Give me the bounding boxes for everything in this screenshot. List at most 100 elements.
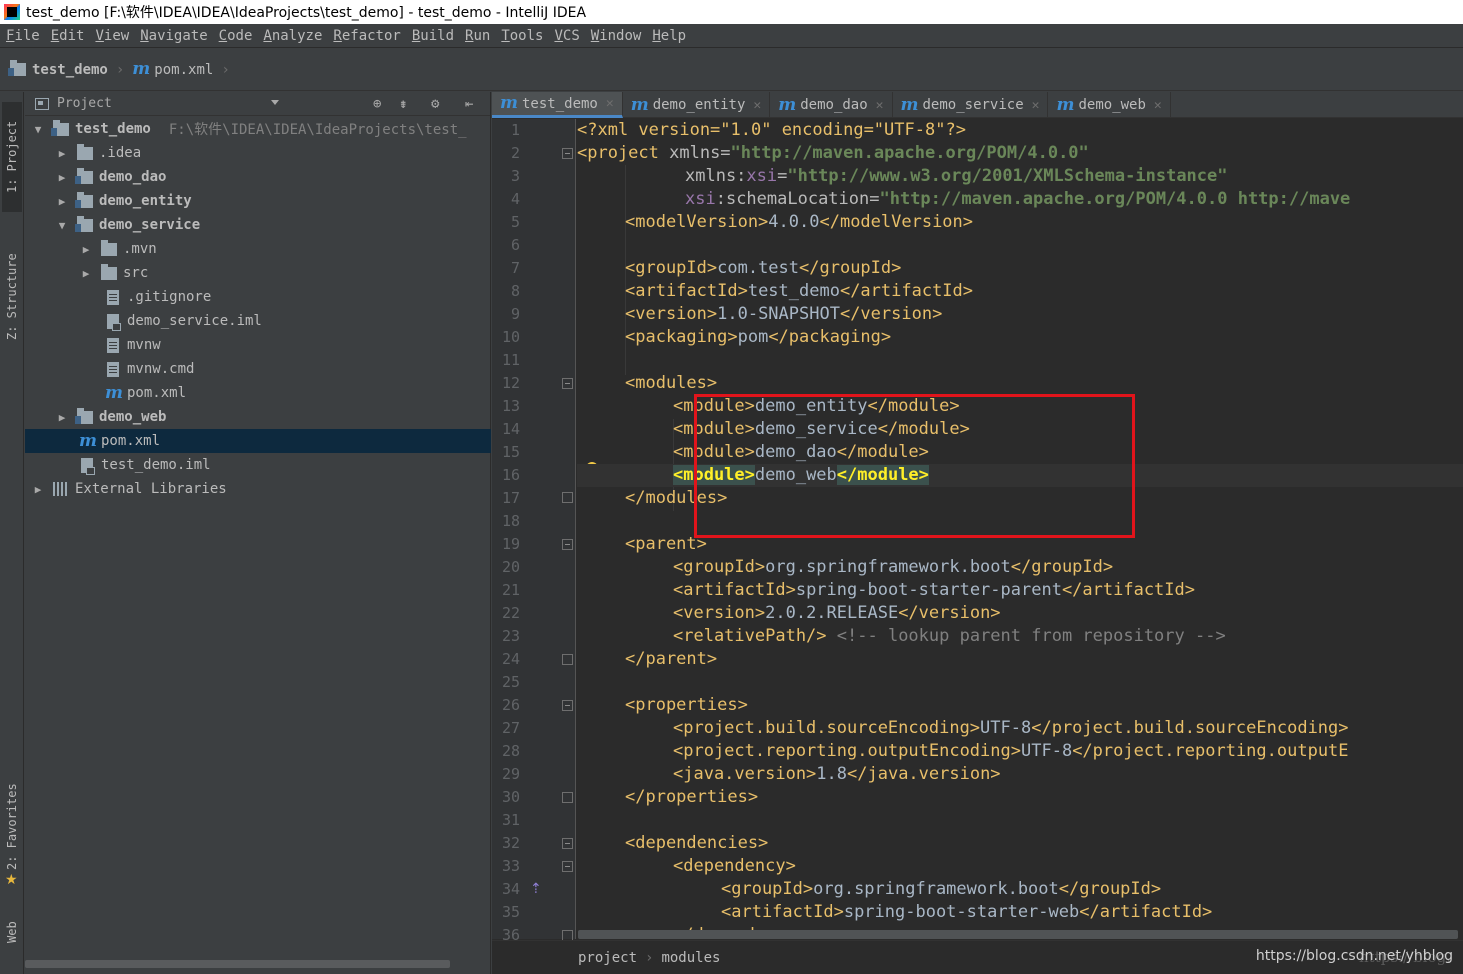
menu-navigate[interactable]: Navigate xyxy=(140,28,207,44)
collapse-all-icon[interactable]: ⇟ xyxy=(399,96,407,112)
breadcrumb-item-modules[interactable]: modules xyxy=(661,950,720,966)
menu-analyze[interactable]: Analyze xyxy=(263,28,322,44)
fold-end-icon[interactable] xyxy=(562,492,573,503)
menu-view[interactable]: View xyxy=(95,28,129,44)
tree-item-mvn[interactable]: ▶ .mvn xyxy=(25,237,491,261)
fold-marker-icon[interactable] xyxy=(562,861,573,872)
xml-text: 1.8 xyxy=(816,764,848,784)
structure-tool-label: Z: Structure xyxy=(5,253,19,341)
code-line-23: <relativePath/> <!-- lookup parent from … xyxy=(577,625,1226,648)
collapse-arrow-icon[interactable]: ▶ xyxy=(29,483,47,496)
expand-arrow-icon[interactable]: ▼ xyxy=(53,219,71,232)
xml-attr-value: "http://maven.apache.org/POM/4.0.0 http:… xyxy=(879,189,1351,209)
collapse-arrow-icon[interactable]: ▶ xyxy=(77,243,95,256)
collapse-arrow-icon[interactable]: ▶ xyxy=(53,171,71,184)
nav-crumb-project[interactable]: test_demo xyxy=(8,60,108,78)
menu-edit[interactable]: Edit xyxy=(51,28,85,44)
close-icon[interactable]: ✕ xyxy=(876,98,884,113)
tab-favorites-tool[interactable]: 2: Favorites xyxy=(2,772,22,882)
xml-tag: </artifactId> xyxy=(839,281,974,301)
tab-demo-service[interactable]: m demo_service ✕ xyxy=(893,92,1049,118)
tab-web-tool[interactable]: Web xyxy=(2,912,22,952)
tree-item-root[interactable]: ▼ test_demo F:\软件\IDEA\IDEA\IdeaProjects… xyxy=(25,117,491,141)
tree-item-external-libraries[interactable]: ▶ External Libraries xyxy=(25,477,491,501)
iml-file-icon xyxy=(107,313,121,331)
tree-item-gitignore[interactable]: .gitignore xyxy=(25,285,491,309)
tree-item-demo-dao[interactable]: ▶ demo_dao xyxy=(25,165,491,189)
tab-demo-dao[interactable]: m demo_dao ✕ xyxy=(770,92,893,118)
menu-window[interactable]: Window xyxy=(591,28,642,44)
title-bar: test_demo [F:\软件\IDEA\IDEA\IdeaProjects\… xyxy=(0,0,1463,24)
fold-marker-icon[interactable] xyxy=(562,148,573,159)
fold-end-icon[interactable] xyxy=(562,654,573,665)
tree-item-demo-web[interactable]: ▶ demo_web xyxy=(25,405,491,429)
menu-run[interactable]: Run xyxy=(465,28,490,44)
tab-structure-tool[interactable]: Z: Structure xyxy=(2,242,22,352)
locate-icon[interactable]: ⊕ xyxy=(373,96,381,112)
xml-attr: xmlns= xyxy=(669,143,731,163)
breadcrumb-item-project[interactable]: project xyxy=(578,950,637,966)
tab-label: demo_dao xyxy=(800,97,868,113)
tree-item-root-pom[interactable]: m pom.xml xyxy=(25,429,491,453)
fold-marker-icon[interactable] xyxy=(562,838,573,849)
chevron-down-icon[interactable] xyxy=(271,100,279,105)
xml-tag: <groupId> xyxy=(721,879,814,899)
code-line-7: <groupId>com.test</groupId> xyxy=(577,257,901,280)
collapse-arrow-icon[interactable]: ▶ xyxy=(53,411,71,424)
hide-panel-icon[interactable]: ⇤ xyxy=(465,96,473,112)
fold-end-icon[interactable] xyxy=(562,792,573,803)
intellij-app-icon xyxy=(4,4,20,20)
fold-marker-icon[interactable] xyxy=(562,700,573,711)
close-icon[interactable]: ✕ xyxy=(1032,98,1040,113)
close-icon[interactable]: ✕ xyxy=(606,96,614,111)
editor-horizontal-scrollbar[interactable] xyxy=(578,930,1458,939)
gear-icon[interactable]: ⚙ xyxy=(431,96,439,112)
xml-namespace: xsi xyxy=(746,166,778,186)
tree-item-src[interactable]: ▶ src xyxy=(25,261,491,285)
project-tool-label: 1: Project xyxy=(5,120,19,194)
menu-help[interactable]: Help xyxy=(652,28,686,44)
collapse-arrow-icon[interactable]: ▶ xyxy=(77,267,95,280)
nav-crumb-file[interactable]: m pom.xml xyxy=(132,61,213,78)
tree-item-idea[interactable]: ▶ .idea xyxy=(25,141,491,165)
close-icon[interactable]: ✕ xyxy=(753,98,761,113)
tree-item-mvnw-cmd[interactable]: mvnw.cmd xyxy=(25,357,491,381)
line-number: 2 xyxy=(510,144,520,162)
close-icon[interactable]: ✕ xyxy=(1154,98,1162,113)
code-line-20: <groupId>org.springframework.boot</group… xyxy=(577,556,1113,579)
menu-file[interactable]: File xyxy=(6,28,40,44)
menu-build[interactable]: Build xyxy=(412,28,454,44)
fold-marker-icon[interactable] xyxy=(562,378,573,389)
tree-item-mvnw[interactable]: mvnw xyxy=(25,333,491,357)
xml-attr: :schemaLocation= xyxy=(715,189,880,209)
menu-tools[interactable]: Tools xyxy=(501,28,543,44)
fold-marker-icon[interactable] xyxy=(562,539,573,550)
tree-item-demo-entity[interactable]: ▶ demo_entity xyxy=(25,189,491,213)
tab-demo-web[interactable]: m demo_web ✕ xyxy=(1048,92,1171,118)
nav-separator: › xyxy=(221,61,230,78)
code-line-3: xmlns:xsi="http://www.w3.org/2001/XMLSch… xyxy=(577,165,1228,188)
editor-tabs: m test_demo ✕ m demo_entity ✕ m demo_dao… xyxy=(492,92,1463,118)
tree-item-demo-service-iml[interactable]: demo_service.iml xyxy=(25,309,491,333)
project-horizontal-scrollbar[interactable] xyxy=(25,960,450,968)
xml-tag: <project.reporting.outputEncoding> xyxy=(673,741,1021,761)
code-line-19: <parent> xyxy=(577,533,707,556)
code-area[interactable]: <?xml version="1.0" encoding="UTF-8"?> <… xyxy=(577,119,1463,939)
tab-demo-entity[interactable]: m demo_entity ✕ xyxy=(623,92,771,118)
tree-item-service-pom[interactable]: m pom.xml xyxy=(25,381,491,405)
code-line-8: <artifactId>test_demo</artifactId> xyxy=(577,280,973,303)
line-number: 28 xyxy=(501,742,520,760)
tab-test-demo[interactable]: m test_demo ✕ xyxy=(492,92,623,118)
collapse-arrow-icon[interactable]: ▶ xyxy=(53,147,71,160)
menu-vcs[interactable]: VCS xyxy=(554,28,579,44)
collapse-arrow-icon[interactable]: ▶ xyxy=(53,195,71,208)
tree-item-test-demo-iml[interactable]: test_demo.iml xyxy=(25,453,491,477)
expand-arrow-icon[interactable]: ▼ xyxy=(29,123,47,136)
line-number: 12 xyxy=(501,374,520,392)
project-panel-title[interactable]: Project xyxy=(57,96,112,111)
tab-project-tool[interactable]: 1: Project xyxy=(2,102,22,212)
menu-refactor[interactable]: Refactor xyxy=(333,28,400,44)
tree-item-demo-service[interactable]: ▼ demo_service xyxy=(25,213,491,237)
menu-code[interactable]: Code xyxy=(219,28,253,44)
override-method-icon[interactable]: ⇡ xyxy=(530,881,542,897)
